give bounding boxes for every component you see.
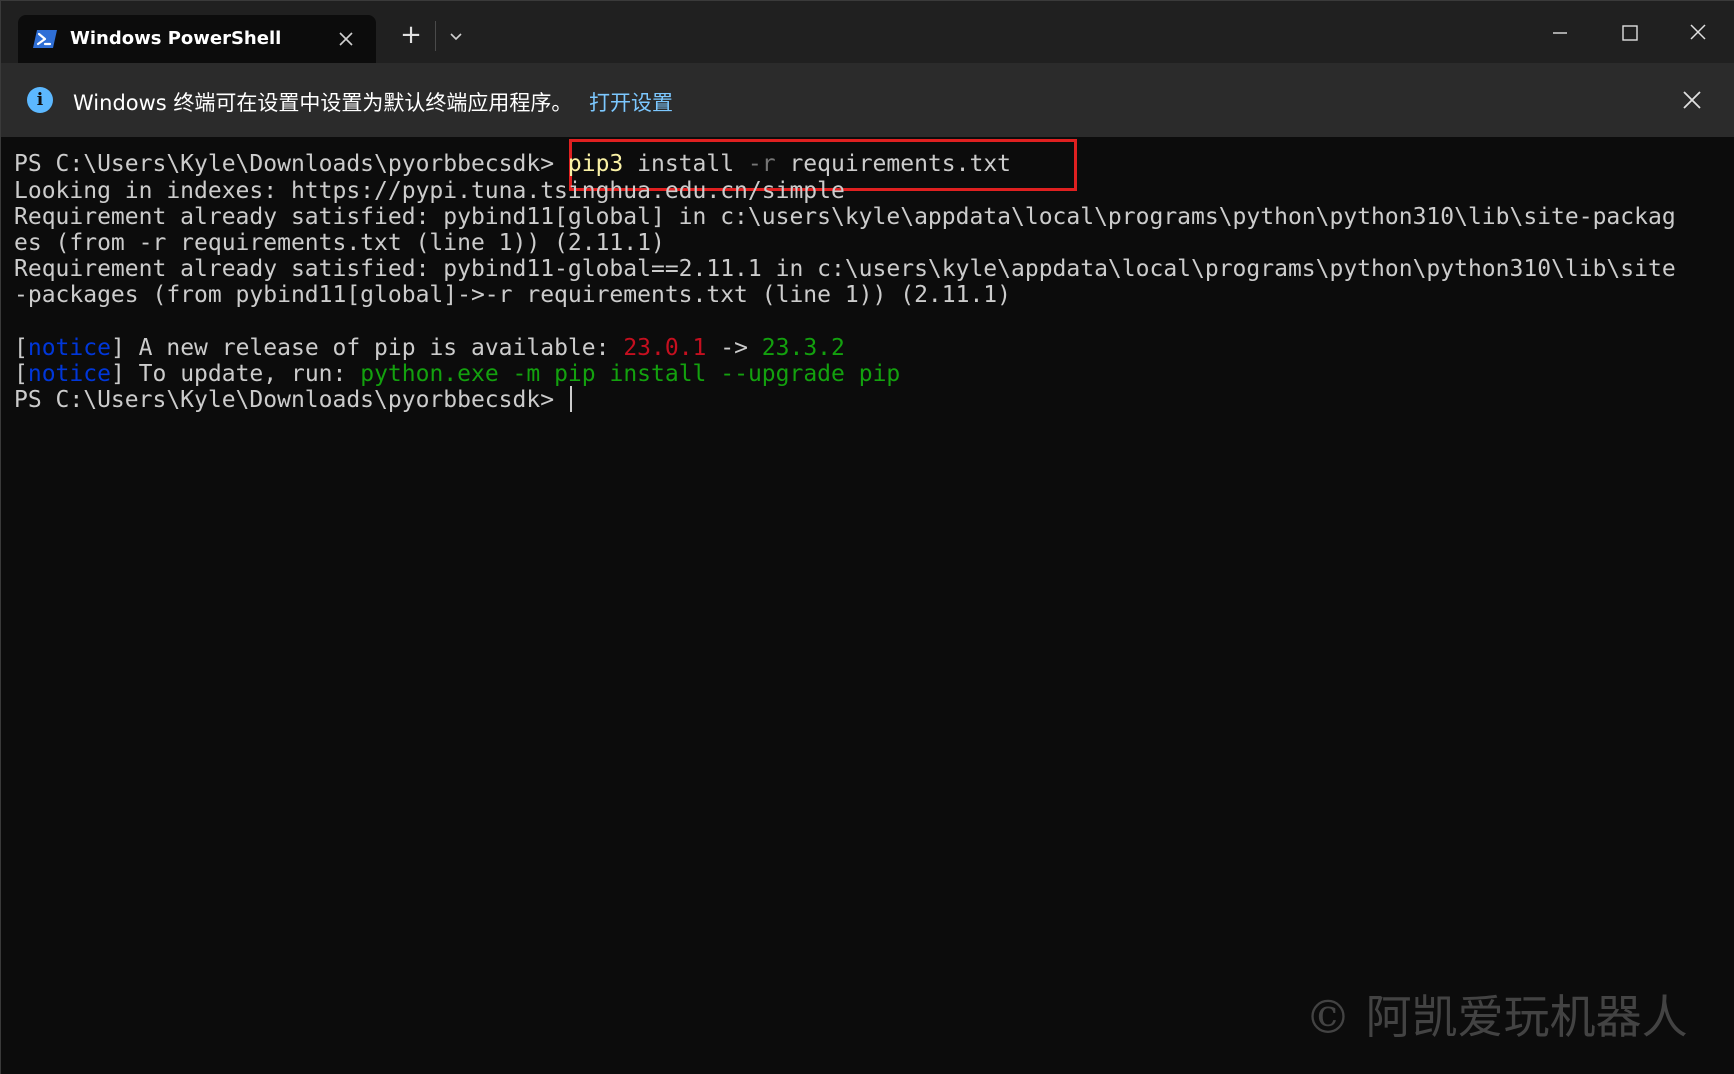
command-line: PS C:\Users\Kyle\Downloads\pyorbbecsdk> …: [14, 150, 1011, 179]
maximize-icon[interactable]: [1607, 15, 1651, 51]
command-flag: -r: [747, 151, 776, 177]
title-bar[interactable]: Windows PowerShell +: [1, 1, 1734, 63]
text-cursor: [569, 386, 572, 412]
command-arg: requirements.txt: [775, 151, 1012, 177]
terminal-output[interactable]: PS C:\Users\Kyle\Downloads\pyorbbecsdk> …: [1, 137, 1734, 1074]
output-line: Requirement already satisfied: pybind11[…: [14, 204, 1676, 230]
terminal-window: Windows PowerShell + i Windows 终端可在设置中设置…: [0, 0, 1734, 1074]
new-version: 23.3.2: [761, 335, 845, 361]
arrow: ->: [706, 335, 762, 361]
notice-tag: notice: [27, 335, 111, 361]
tab-windows-powershell[interactable]: Windows PowerShell: [18, 15, 376, 63]
new-tab-button[interactable]: +: [397, 21, 425, 49]
chevron-down-icon[interactable]: [443, 23, 469, 49]
output-line: Looking in indexes: https://pypi.tuna.ts…: [14, 178, 845, 204]
notice-line: [notice] A new release of pip is availab…: [14, 334, 845, 363]
bracket: ]: [110, 361, 125, 387]
command-arg: install: [623, 151, 748, 177]
close-icon[interactable]: [1679, 87, 1705, 113]
bracket: ]: [110, 335, 125, 361]
window-close-icon[interactable]: [1676, 15, 1720, 51]
open-settings-link[interactable]: 打开设置: [589, 87, 673, 117]
output-line: -packages (from pybind11[global]->-r req…: [14, 282, 1011, 308]
old-version: 23.0.1: [623, 335, 707, 361]
minimize-icon[interactable]: [1538, 15, 1582, 51]
info-icon: i: [27, 87, 53, 113]
notice-line: [notice] To update, run: python.exe -m p…: [14, 360, 900, 389]
info-bar: i Windows 终端可在设置中设置为默认终端应用程序。 打开设置: [1, 63, 1734, 137]
output-line: es (from -r requirements.txt (line 1)) (…: [14, 230, 665, 256]
output-line: Requirement already satisfied: pybind11-…: [14, 256, 1676, 282]
info-message: Windows 终端可在设置中设置为默认终端应用程序。: [73, 91, 573, 115]
powershell-icon: [33, 30, 57, 48]
bracket: [: [14, 361, 28, 387]
prompt: PS C:\Users\Kyle\Downloads\pyorbbecsdk>: [14, 151, 568, 177]
prompt-line: PS C:\Users\Kyle\Downloads\pyorbbecsdk>: [14, 386, 572, 415]
upgrade-command: python.exe -m pip install --upgrade pip: [360, 361, 901, 387]
command-name: pip3: [567, 151, 624, 177]
notice-tag: notice: [27, 361, 111, 387]
bracket: [: [14, 335, 28, 361]
prompt: PS C:\Users\Kyle\Downloads\pyorbbecsdk>: [14, 387, 568, 413]
watermark: © 阿凯爱玩机器人: [1305, 990, 1688, 1044]
notice-text: A new release of pip is available:: [124, 335, 624, 361]
close-tab-icon[interactable]: [334, 27, 358, 51]
tab-title: Windows PowerShell: [70, 28, 282, 49]
tab-divider: [435, 21, 436, 51]
notice-text: To update, run:: [124, 361, 361, 387]
